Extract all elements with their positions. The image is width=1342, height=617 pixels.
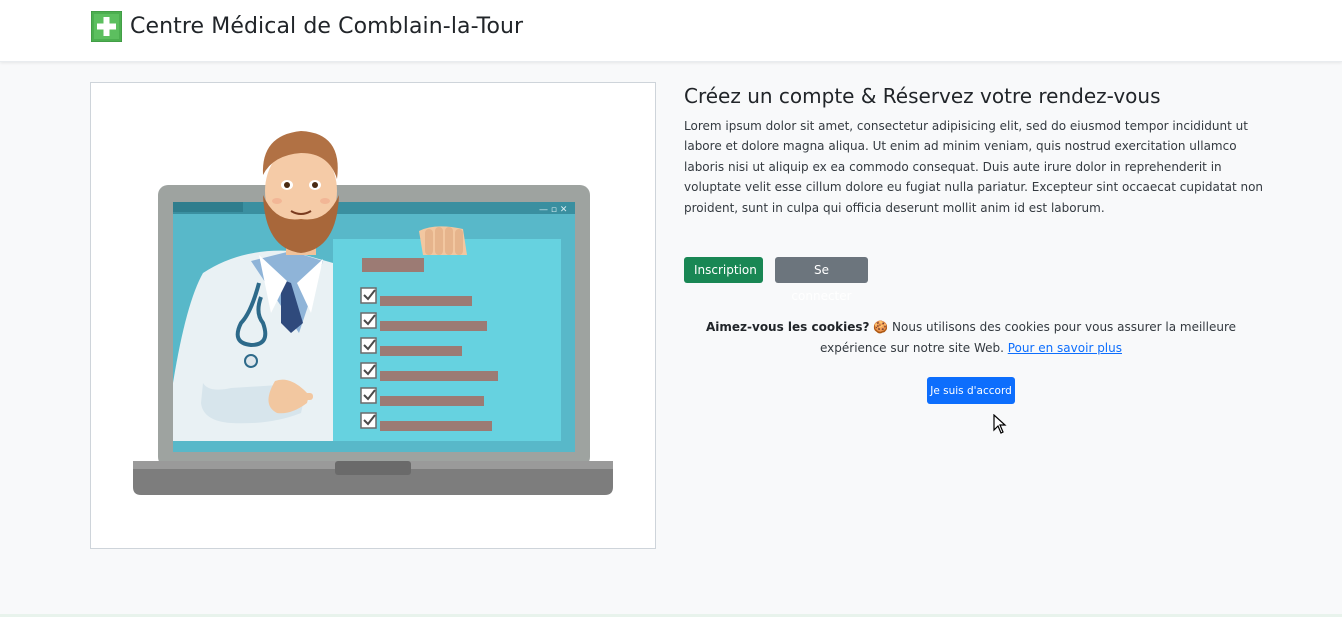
site-title: Centre Médical de Comblain-la-Tour	[130, 13, 524, 39]
hero-illustration: — ▫ ✕	[90, 82, 656, 549]
mouse-cursor-icon	[993, 413, 1007, 438]
green-cross-icon	[90, 10, 123, 42]
learn-more-link[interactable]: Pour en savoir plus	[1008, 341, 1122, 355]
svg-text:— ▫ ✕: — ▫ ✕	[539, 205, 567, 215]
main-content: Créez un compte & Réservez votre rendez-…	[684, 84, 1264, 218]
accept-cookies-button[interactable]: Je suis d'accord	[927, 377, 1015, 404]
top-navbar: Centre Médical de Comblain-la-Tour	[0, 0, 1342, 62]
main-heading: Créez un compte & Réservez votre rendez-…	[684, 84, 1161, 108]
brand[interactable]: Centre Médical de Comblain-la-Tour	[90, 10, 524, 42]
login-button[interactable]: Se connecter	[775, 257, 868, 303]
cookie-icon: 🍪	[873, 320, 889, 334]
register-button[interactable]: Inscription	[684, 257, 763, 283]
cookie-title: Aimez-vous les cookies?	[705, 320, 870, 334]
cookie-banner: Aimez-vous les cookies? 🍪 Nous utilisons…	[684, 317, 1258, 358]
intro-paragraph: Lorem ipsum dolor sit amet, consectetur …	[684, 119, 1264, 215]
